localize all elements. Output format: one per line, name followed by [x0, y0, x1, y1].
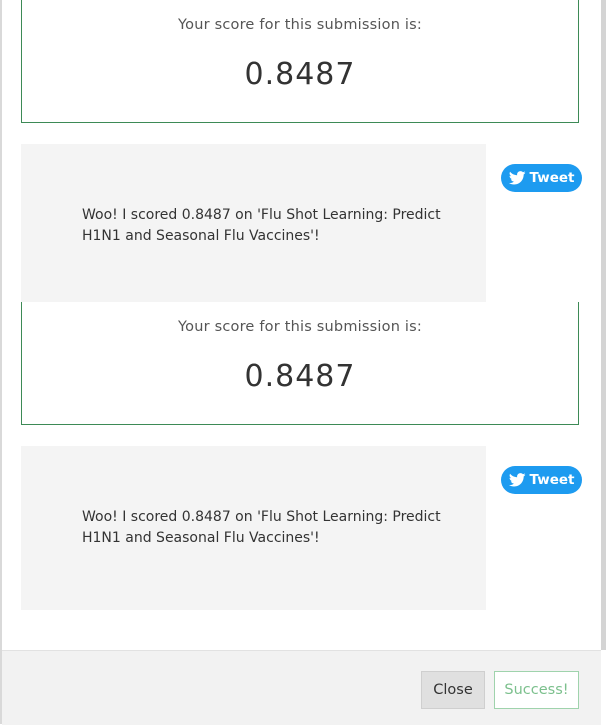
share-message: Woo! I scored 0.8487 on 'Flu Shot Learni… [82, 509, 441, 546]
share-panel: Woo! I scored 0.8487 on 'Flu Shot Learni… [21, 144, 486, 302]
tweet-button-label: Tweet [529, 170, 575, 186]
score-box: Your score for this submission is: 0.848… [21, 302, 579, 425]
share-message: Woo! I scored 0.8487 on 'Flu Shot Learni… [82, 207, 441, 244]
score-label: Your score for this submission is: [178, 17, 422, 33]
score-value: 0.8487 [244, 57, 356, 92]
tweet-button[interactable]: Tweet [501, 466, 582, 494]
twitter-bird-icon [508, 473, 526, 487]
share-panel: Woo! I scored 0.8487 on 'Flu Shot Learni… [21, 446, 486, 610]
tweet-button-label: Tweet [529, 472, 575, 488]
success-button[interactable]: Success! [494, 671, 579, 709]
twitter-bird-icon [508, 171, 526, 185]
tweet-button[interactable]: Tweet [501, 164, 582, 192]
modal-scrollbar[interactable] [601, 0, 606, 650]
score-value: 0.8487 [244, 359, 356, 394]
modal-left-edge [0, 0, 2, 724]
close-button[interactable]: Close [421, 671, 485, 709]
score-label: Your score for this submission is: [178, 319, 422, 335]
score-box: Your score for this submission is: 0.848… [21, 0, 579, 123]
